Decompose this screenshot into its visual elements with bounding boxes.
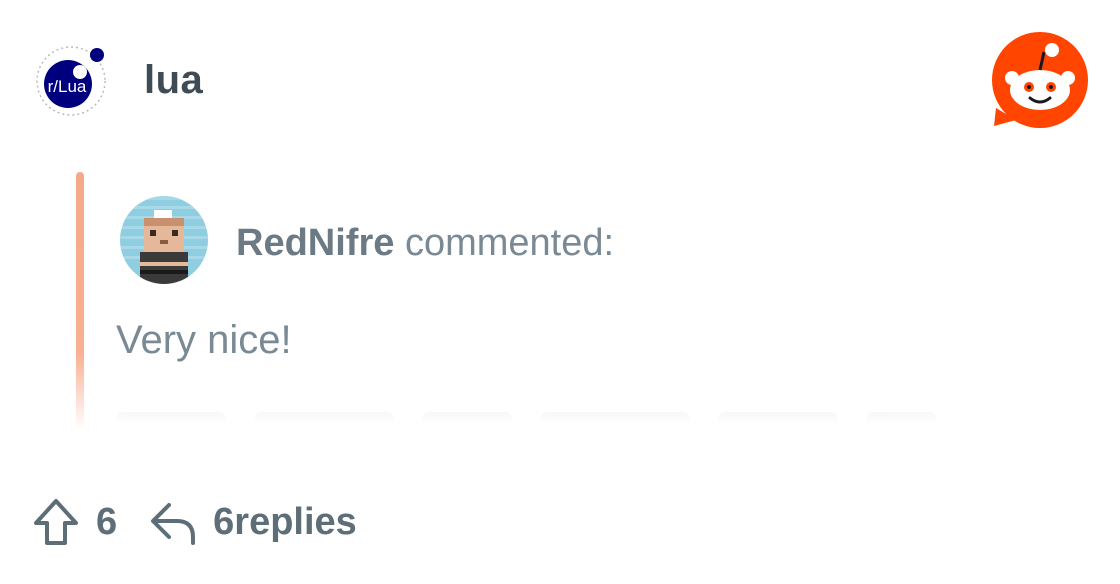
comment-header: RedNifre commented: bbox=[236, 222, 614, 265]
upvote-icon[interactable] bbox=[32, 497, 80, 547]
comment-body: Very nice! bbox=[116, 318, 292, 362]
subreddit-avatar-text: r/Lua bbox=[48, 77, 87, 96]
quote-bar bbox=[76, 172, 84, 430]
replies-count[interactable]: 6replies bbox=[213, 501, 357, 544]
comment-footer: 6 6replies bbox=[32, 496, 357, 548]
comment-card: r/Lua lua RedNifre commented: Very nice!… bbox=[0, 0, 1120, 584]
comment-author[interactable]: RedNifre bbox=[236, 222, 394, 264]
fade-overlay bbox=[116, 408, 956, 436]
reply-icon[interactable] bbox=[149, 499, 197, 545]
vote-count: 6 bbox=[96, 500, 118, 543]
comment-action: commented: bbox=[404, 222, 615, 264]
subreddit-name[interactable]: lua bbox=[144, 58, 203, 103]
reddit-snoo-icon[interactable] bbox=[990, 30, 1090, 130]
user-avatar[interactable] bbox=[120, 196, 208, 284]
subreddit-avatar[interactable]: r/Lua bbox=[36, 46, 106, 116]
